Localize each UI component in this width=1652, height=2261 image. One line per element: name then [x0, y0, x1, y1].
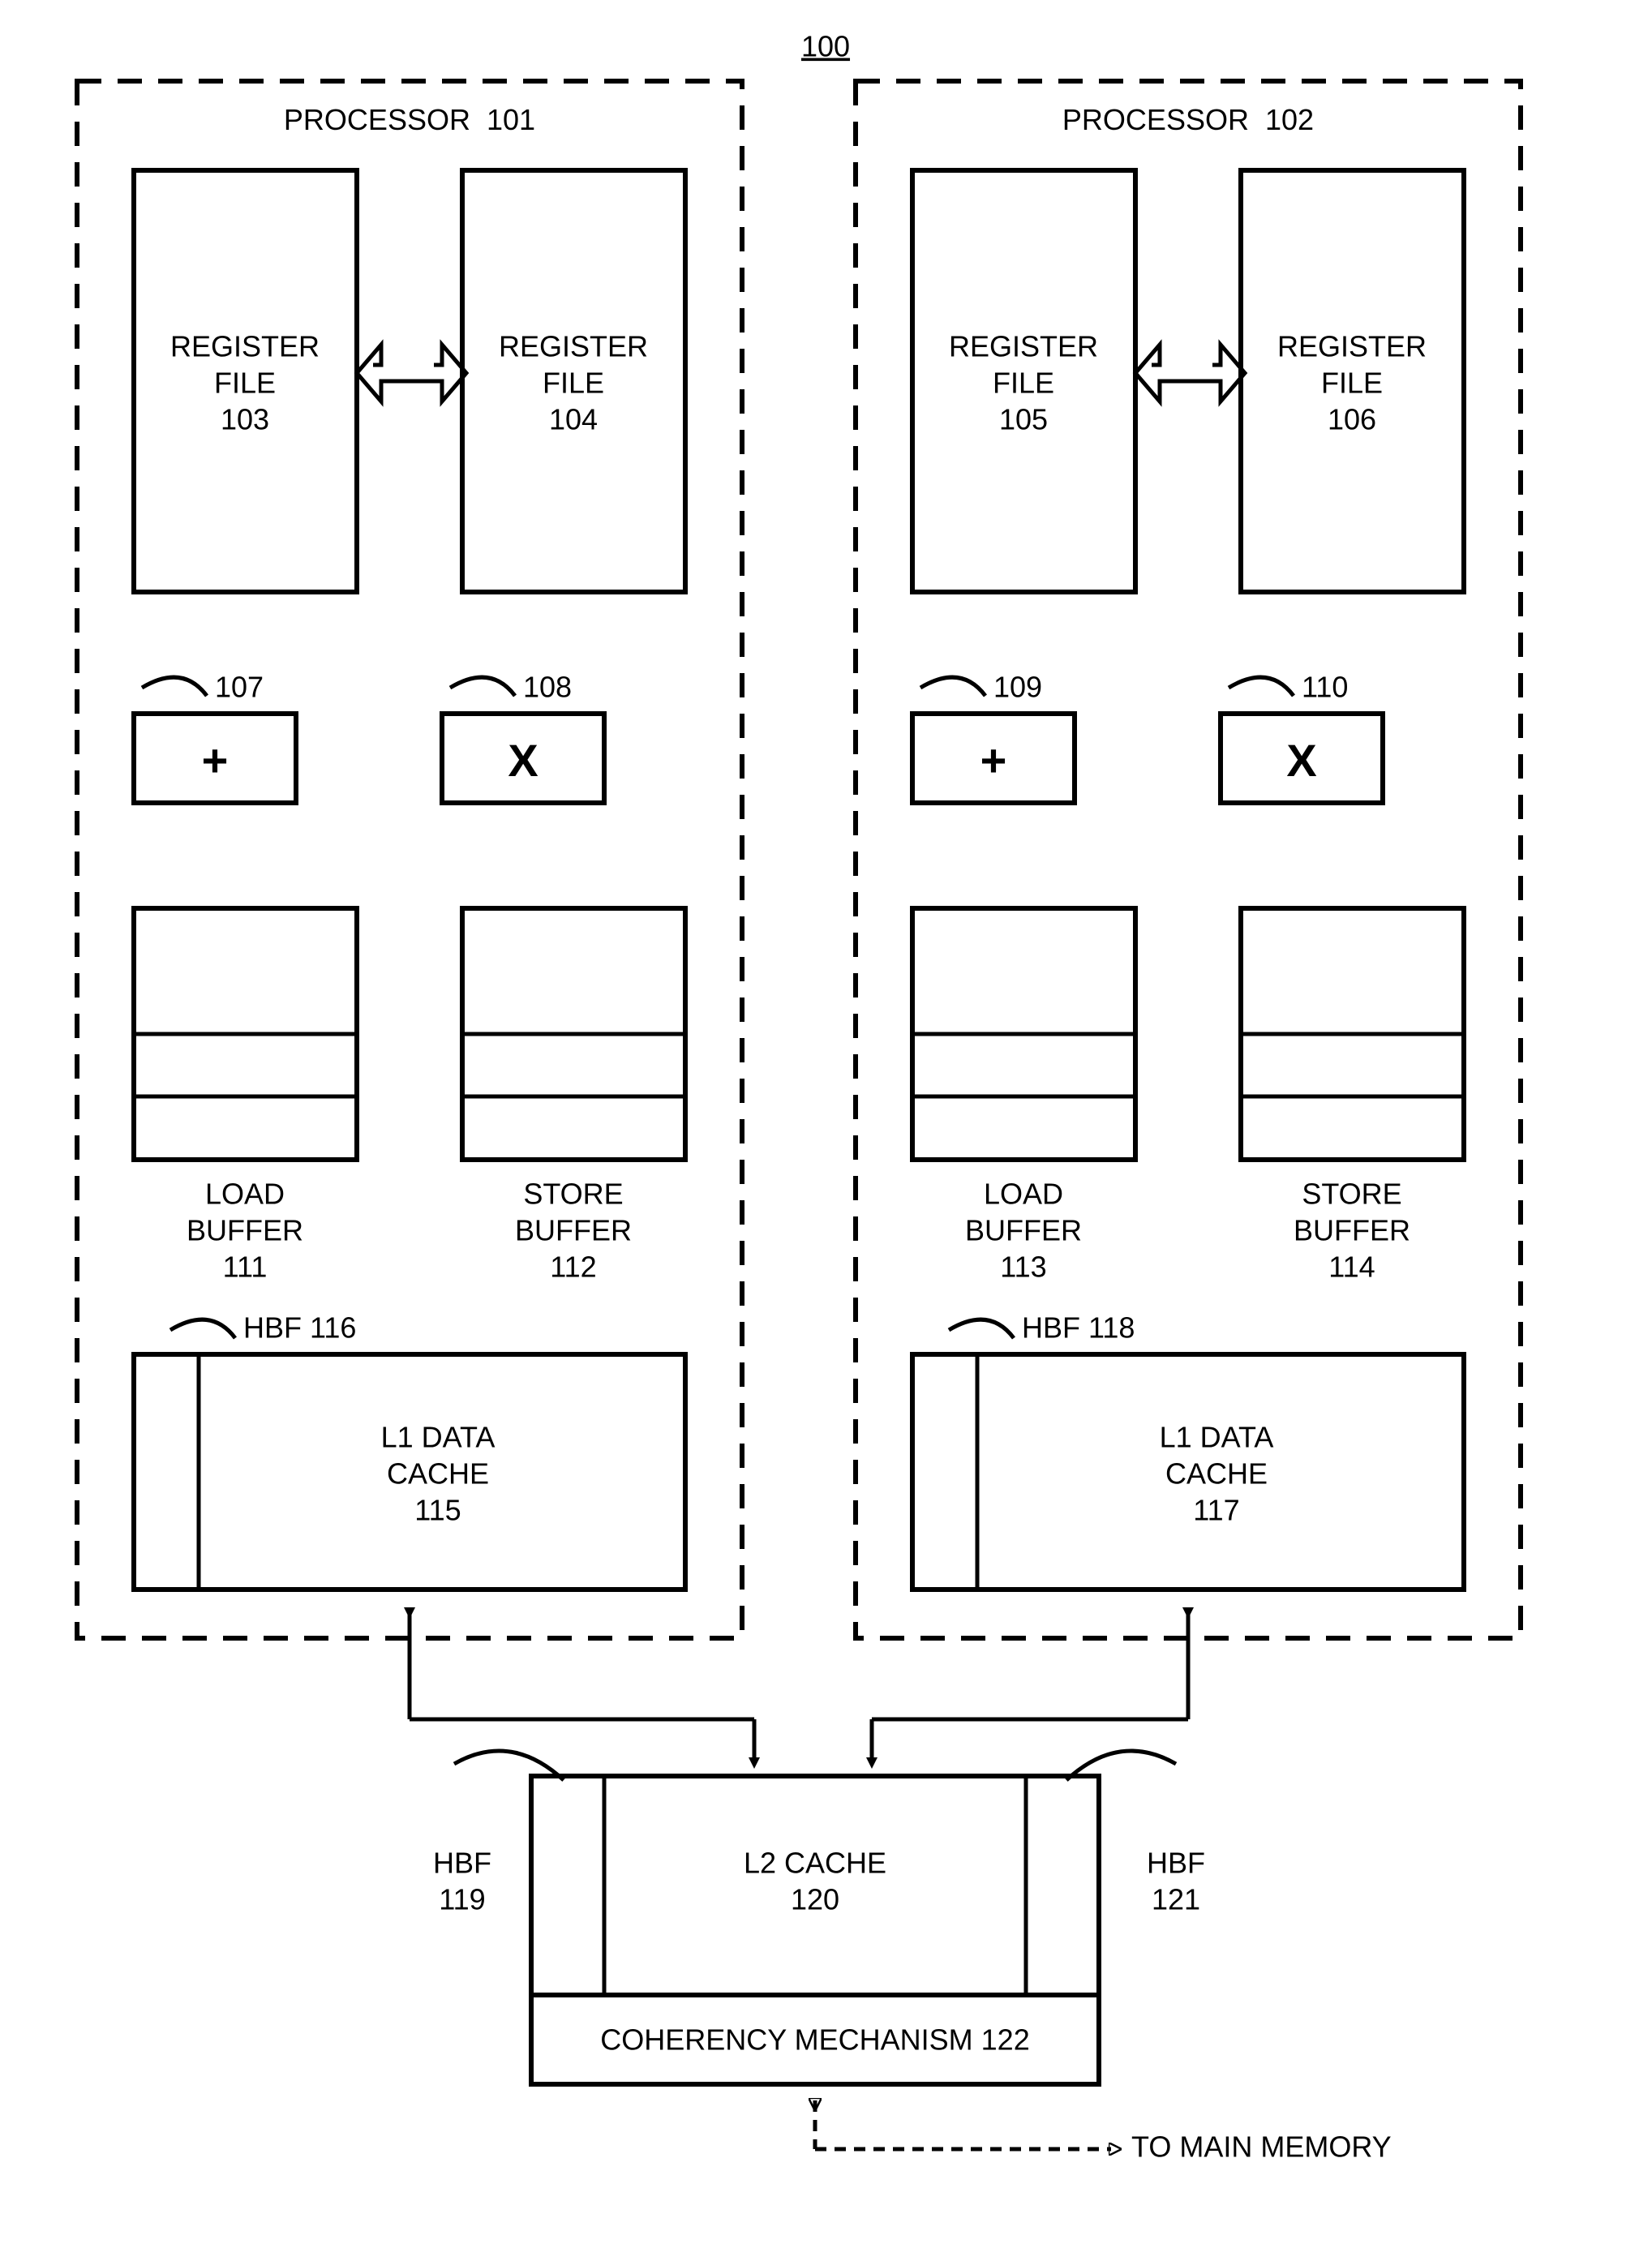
- hbf-119-num: 119: [439, 1883, 485, 1916]
- svg-text:L2 CACHE: L2 CACHE: [744, 1847, 886, 1880]
- register-file-104: REGISTER FILE 104: [462, 170, 685, 592]
- svg-text:109: 109: [993, 671, 1042, 704]
- svg-text:HBF 118: HBF 118: [1022, 1311, 1135, 1345]
- multiply-icon: X: [1286, 735, 1316, 786]
- multiplier-108: 108 X: [442, 671, 604, 803]
- processor-title-num: 101: [487, 103, 535, 136]
- register-file-103: REGISTER FILE 103: [134, 170, 357, 592]
- svg-text:105: 105: [999, 403, 1048, 436]
- svg-text:BUFFER: BUFFER: [965, 1214, 1082, 1247]
- plus-icon: +: [980, 735, 1007, 786]
- l2-cache-120: L2 CACHE 120: [531, 1776, 1099, 1995]
- plus-icon: +: [202, 735, 229, 786]
- svg-text:FILE: FILE: [543, 367, 604, 400]
- svg-text:CACHE: CACHE: [1165, 1457, 1268, 1491]
- svg-text:104: 104: [549, 403, 598, 436]
- svg-text:REGISTER: REGISTER: [499, 330, 648, 363]
- store-buffer-112: STORE BUFFER 112: [462, 908, 685, 1284]
- svg-text:114: 114: [1328, 1251, 1375, 1284]
- processor-102: PROCESSOR 102 REGISTER FILE 105 REGISTER…: [856, 81, 1521, 1638]
- l1-cache-117: HBF 118 L1 DATA CACHE 117: [912, 1311, 1464, 1590]
- register-file-106: REGISTER FILE 106: [1241, 170, 1464, 592]
- svg-text:LOAD: LOAD: [984, 1178, 1063, 1211]
- svg-text:REGISTER: REGISTER: [1277, 330, 1427, 363]
- svg-text:PROCESSOR 102: PROCESSOR 102: [1062, 103, 1314, 136]
- hbf-121-num: 121: [1152, 1883, 1200, 1916]
- bidir-arrow-icon: [1135, 345, 1245, 401]
- svg-text:108: 108: [523, 671, 572, 704]
- multiply-icon: X: [508, 735, 538, 786]
- svg-text:112: 112: [550, 1251, 596, 1284]
- svg-text:120: 120: [791, 1883, 839, 1916]
- svg-text:FILE: FILE: [993, 367, 1054, 400]
- load-buffer-113: LOAD BUFFER 113: [912, 908, 1135, 1284]
- store-buffer-114: STORE BUFFER 114: [1241, 908, 1464, 1284]
- adder-107: 107 +: [134, 671, 296, 803]
- svg-text:CACHE: CACHE: [387, 1457, 489, 1491]
- svg-text:BUFFER: BUFFER: [515, 1214, 632, 1247]
- svg-text:REGISTER: REGISTER: [170, 330, 320, 363]
- svg-text:111: 111: [223, 1251, 268, 1284]
- svg-text:PROCESSOR 101: PROCESSOR 101: [284, 103, 535, 136]
- svg-text:FILE: FILE: [1321, 367, 1383, 400]
- processor-title-prefix: PROCESSOR: [284, 103, 470, 136]
- processor-title-num: 102: [1265, 103, 1314, 136]
- multiplier-110: 110 X: [1221, 671, 1383, 803]
- to-main-memory-connector: TO MAIN MEMORY: [815, 2100, 1392, 2164]
- adder-109: 109 +: [912, 671, 1075, 803]
- svg-text:HBF 116: HBF 116: [243, 1311, 356, 1345]
- svg-text:BUFFER: BUFFER: [1294, 1214, 1410, 1247]
- hbf-121-label: HBF: [1147, 1847, 1205, 1880]
- svg-text:BUFFER: BUFFER: [187, 1214, 303, 1247]
- svg-text:115: 115: [414, 1494, 461, 1527]
- register-file-105: REGISTER FILE 105: [912, 170, 1135, 592]
- svg-text:TO MAIN MEMORY: TO MAIN MEMORY: [1131, 2130, 1392, 2164]
- svg-text:LOAD: LOAD: [205, 1178, 285, 1211]
- connector-l1-l2-left: [410, 1610, 754, 1760]
- svg-text:COHERENCY MECHANISM 122: COHERENCY MECHANISM 122: [600, 2023, 1029, 2057]
- svg-text:L1 DATA: L1 DATA: [381, 1421, 496, 1454]
- figure-number: 100: [801, 30, 850, 63]
- hbf-119-label: HBF: [433, 1847, 491, 1880]
- connector-l1-l2-right: [872, 1610, 1188, 1760]
- svg-text:STORE: STORE: [523, 1178, 623, 1211]
- coherency-mechanism-122: COHERENCY MECHANISM 122: [531, 1995, 1099, 2084]
- svg-text:117: 117: [1193, 1494, 1239, 1527]
- svg-text:REGISTER: REGISTER: [949, 330, 1098, 363]
- processor-title-prefix: PROCESSOR: [1062, 103, 1249, 136]
- svg-text:106: 106: [1328, 403, 1376, 436]
- processor-101: PROCESSOR 101 REGISTER FILE 103 REGISTER…: [77, 81, 742, 1638]
- svg-text:107: 107: [215, 671, 264, 704]
- l1-cache-115: HBF 116 L1 DATA CACHE 115: [134, 1311, 685, 1590]
- svg-text:STORE: STORE: [1302, 1178, 1401, 1211]
- svg-text:103: 103: [221, 403, 269, 436]
- svg-text:L1 DATA: L1 DATA: [1160, 1421, 1274, 1454]
- bidir-arrow-icon: [357, 345, 466, 401]
- load-buffer-111: LOAD BUFFER 111: [134, 908, 357, 1284]
- svg-text:113: 113: [1000, 1251, 1046, 1284]
- svg-text:FILE: FILE: [214, 367, 276, 400]
- svg-text:110: 110: [1302, 671, 1348, 704]
